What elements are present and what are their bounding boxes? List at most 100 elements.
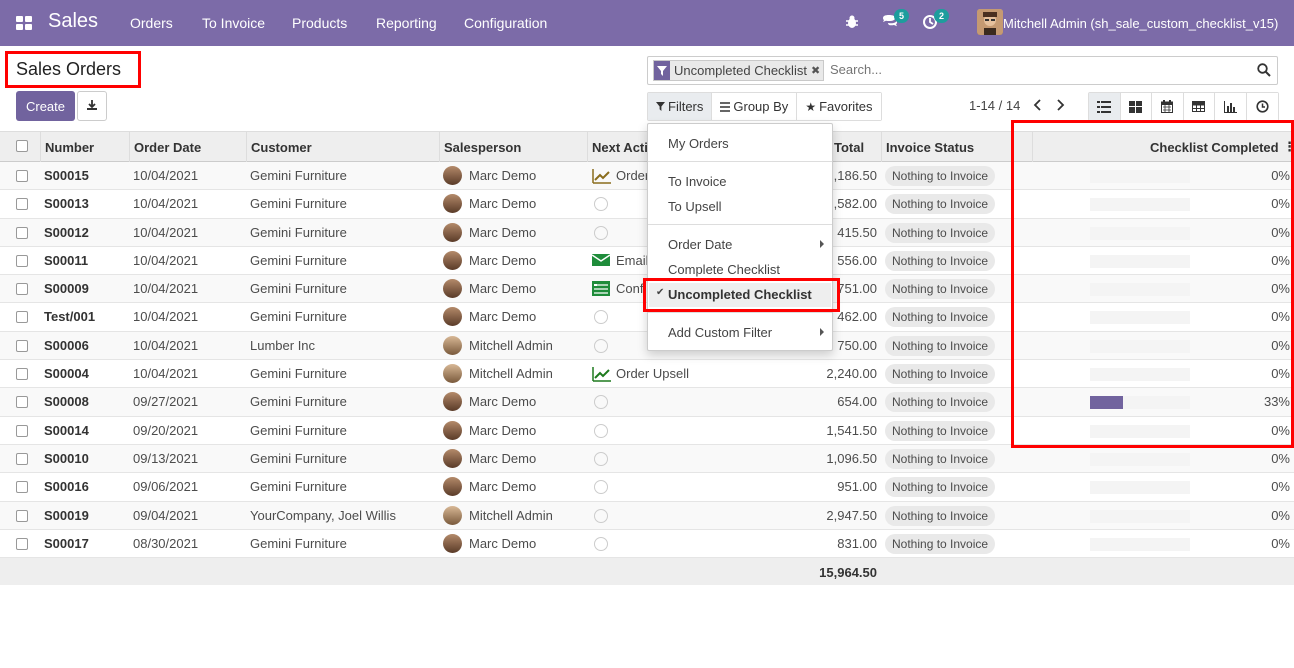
pager-previous-icon[interactable] xyxy=(1032,99,1046,113)
row-checkbox[interactable] xyxy=(16,311,28,324)
col-customer[interactable]: Customer xyxy=(251,140,312,155)
activities-count-badge: 2 xyxy=(934,9,949,23)
groupby-button[interactable]: Group By xyxy=(712,93,798,120)
checklist-percentage: 0% xyxy=(1271,309,1290,325)
search-icon[interactable] xyxy=(1257,63,1271,80)
row-checkbox[interactable] xyxy=(16,339,28,352)
row-checkbox[interactable] xyxy=(16,424,28,437)
col-total[interactable]: Total xyxy=(834,140,864,155)
activity-email-icon[interactable] xyxy=(591,253,611,269)
activity-form-icon[interactable] xyxy=(592,281,611,297)
row-checkbox[interactable] xyxy=(16,254,28,267)
app-brand[interactable]: Sales xyxy=(48,10,98,33)
pager-value[interactable]: 1-14 / 14 xyxy=(969,98,1020,113)
download-button[interactable] xyxy=(77,91,107,121)
col-invoice-status[interactable]: Invoice Status xyxy=(886,140,974,155)
row-checkbox[interactable] xyxy=(16,452,28,465)
table-row[interactable]: S00016 09/06/2021 Gemini Furniture Marc Dem… xyxy=(0,473,1294,502)
filters-button[interactable]: Filters xyxy=(648,93,713,120)
menu-configuration[interactable]: Configuration xyxy=(464,15,547,31)
activity-clock-icon[interactable] xyxy=(594,310,608,325)
checklist-percentage: 0% xyxy=(1271,450,1290,466)
user-menu-name[interactable]: Mitchell Admin (sh_sale_custom_checklist… xyxy=(1003,16,1278,31)
favorites-label: Favorites xyxy=(819,99,873,114)
activity-clock-icon[interactable] xyxy=(594,338,608,353)
table-row[interactable]: S00014 09/20/2021 Gemini Furniture Marc Dem… xyxy=(0,417,1294,445)
kanban-view-icon[interactable] xyxy=(1120,93,1152,120)
search-bar[interactable]: Uncompleted Checklist ✖ xyxy=(647,56,1278,85)
debug-bug-icon[interactable] xyxy=(844,14,862,32)
activity-clock-icon[interactable] xyxy=(594,451,608,466)
row-checkbox[interactable] xyxy=(16,368,28,381)
row-checkbox[interactable] xyxy=(16,226,28,239)
col-salesperson[interactable]: Salesperson xyxy=(444,140,521,155)
menu-orders[interactable]: Orders xyxy=(130,15,173,31)
facet-remove-icon[interactable]: ✖ xyxy=(811,64,823,77)
table-row[interactable]: S00010 09/13/2021 Gemini Furniture Marc Dem… xyxy=(0,444,1294,474)
col-number[interactable]: Number xyxy=(45,140,94,155)
col-next-activity[interactable]: Next Acti xyxy=(592,140,648,155)
activities-clock-icon[interactable]: 2 xyxy=(922,9,949,32)
order-date: 09/06/2021 xyxy=(133,479,199,495)
customer-name: Gemini Furniture xyxy=(250,224,347,240)
activity-clock-icon[interactable] xyxy=(594,197,608,212)
order-date: 09/13/2021 xyxy=(133,450,199,466)
activity-clock-icon[interactable] xyxy=(594,423,608,438)
row-checkbox[interactable] xyxy=(16,537,28,550)
activity-clock-icon[interactable] xyxy=(594,536,608,551)
row-checkbox[interactable] xyxy=(16,509,28,522)
activity-clock-icon[interactable] xyxy=(594,508,608,523)
filter-my-orders[interactable]: My Orders xyxy=(668,136,729,151)
activity-view-icon[interactable] xyxy=(1246,93,1278,120)
list-view-icon[interactable] xyxy=(1089,93,1121,120)
messages-icon[interactable]: 5 xyxy=(882,9,909,32)
row-checkbox[interactable] xyxy=(16,198,28,211)
menu-products[interactable]: Products xyxy=(292,15,347,31)
calendar-view-icon[interactable] xyxy=(1152,93,1184,120)
row-checkbox[interactable] xyxy=(16,396,28,409)
row-checkbox[interactable] xyxy=(16,481,28,494)
select-all-checkbox[interactable] xyxy=(16,140,28,152)
filter-to-invoice[interactable]: To Invoice xyxy=(668,174,727,189)
filter-add-custom[interactable]: Add Custom Filter xyxy=(668,325,772,340)
graph-view-icon[interactable] xyxy=(1215,93,1247,120)
filter-order-date[interactable]: Order Date xyxy=(668,237,732,252)
apps-menu-icon[interactable] xyxy=(16,16,32,30)
search-input[interactable] xyxy=(830,62,1250,77)
activity-clock-icon[interactable] xyxy=(594,225,608,240)
activity-clock-icon[interactable] xyxy=(594,480,608,495)
activity-summary: Order Upsell xyxy=(616,366,689,382)
filter-uncompleted-checklist[interactable]: Uncompleted Checklist xyxy=(668,287,812,302)
activity-clock-icon[interactable] xyxy=(594,395,608,410)
order-number: S00006 xyxy=(44,337,89,353)
filters-label: Filters xyxy=(668,99,704,114)
menu-to-invoice[interactable]: To Invoice xyxy=(202,15,265,31)
pager-next-icon[interactable] xyxy=(1054,99,1068,113)
invoice-status-badge: Nothing to Invoice xyxy=(885,307,996,328)
user-avatar[interactable] xyxy=(977,9,1003,35)
row-checkbox[interactable] xyxy=(16,283,28,296)
table-row[interactable]: S00004 10/04/2021 Gemini Furniture Mitchell… xyxy=(0,360,1294,389)
pivot-view-icon[interactable] xyxy=(1183,93,1215,120)
favorites-button[interactable]: ★ Favorites xyxy=(797,93,881,120)
activity-upsell-green-icon[interactable] xyxy=(592,366,611,382)
col-checklist-completed[interactable]: Checklist Completed xyxy=(1150,140,1279,155)
activity-upsell-icon[interactable] xyxy=(592,168,611,184)
menu-reporting[interactable]: Reporting xyxy=(376,15,437,31)
optional-columns-icon[interactable]: ⋮ xyxy=(1283,139,1294,155)
row-checkbox[interactable] xyxy=(16,170,28,182)
filter-complete-checklist[interactable]: Complete Checklist xyxy=(668,262,780,277)
table-row[interactable]: S00017 08/30/2021 Gemini Furniture Marc Dem… xyxy=(0,530,1294,559)
customer-name: Gemini Furniture xyxy=(250,422,347,438)
create-button[interactable]: Create xyxy=(16,91,75,121)
order-date: 10/04/2021 xyxy=(133,281,199,297)
groupby-label: Group By xyxy=(733,99,789,114)
filter-to-upsell[interactable]: To Upsell xyxy=(668,199,721,214)
checklist-percentage: 0% xyxy=(1271,252,1290,268)
checklist-progress-bar xyxy=(1090,226,1190,240)
col-order-date[interactable]: Order Date xyxy=(134,140,201,155)
table-row[interactable]: S00019 09/04/2021 YourCompany, Joel Willis… xyxy=(0,501,1294,530)
table-row[interactable]: S00008 09/27/2021 Gemini Furniture Marc Dem… xyxy=(0,388,1294,417)
order-date: 10/04/2021 xyxy=(133,224,199,240)
search-facet-filter[interactable]: Uncompleted Checklist ✖ xyxy=(653,60,825,81)
